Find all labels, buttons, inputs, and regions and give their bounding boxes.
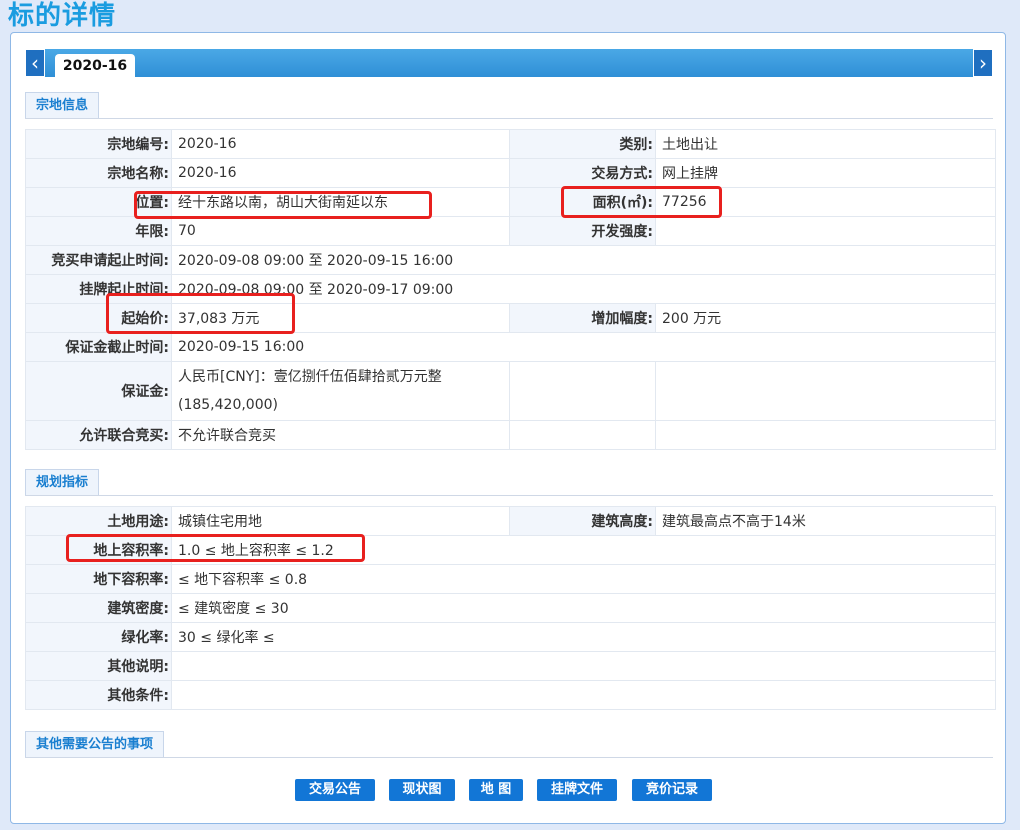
value-parcel-name: 2020-16 xyxy=(171,158,510,188)
value-area: 77256 xyxy=(655,187,996,217)
section-header-planning: 规划指标 xyxy=(25,469,993,496)
deposit-amount-text: 人民币[CNY]：壹亿捌仟伍佰肆拾贰万元整 xyxy=(178,369,442,385)
detail-panel: ‹ 2020-16 › 宗地信息 宗地编号: 2020-16 类别: 土地出让 … xyxy=(10,32,1006,824)
map-button[interactable]: 地 图 xyxy=(469,779,523,801)
table-row: 年限: 70 开发强度: xyxy=(25,216,996,246)
value-trade-method: 网上挂牌 xyxy=(655,158,996,188)
empty-cell xyxy=(509,361,656,421)
tab-bar: ‹ 2020-16 › xyxy=(25,49,993,77)
page-title: 标的详情 xyxy=(8,1,117,31)
action-buttons: 交易公告 现状图 地 图 挂牌文件 竞价记录 xyxy=(11,779,1007,801)
table-row: 允许联合竞买: 不允许联合竞买 xyxy=(25,420,996,450)
label-location: 位置: xyxy=(25,187,172,217)
table-row: 挂牌起止时间: 2020-09-08 09:00 至 2020-09-17 09… xyxy=(25,274,996,304)
table-row: 建筑密度: ≤ 建筑密度 ≤ 30 xyxy=(25,593,996,623)
bid-records-button[interactable]: 竞价记录 xyxy=(632,779,712,801)
value-start-price: 37,083 万元 xyxy=(171,303,510,333)
label-category: 类别: xyxy=(509,129,656,159)
value-green-rate: 30 ≤ 绿化率 ≤ xyxy=(171,622,996,652)
value-building-height: 建筑最高点不高于14米 xyxy=(655,506,996,536)
label-dev-intensity: 开发强度: xyxy=(509,216,656,246)
table-row: 土地用途: 城镇住宅用地 建筑高度: 建筑最高点不高于14米 xyxy=(25,506,996,536)
value-other-conditions xyxy=(171,680,996,710)
value-building-density: ≤ 建筑密度 ≤ 30 xyxy=(171,593,996,623)
value-category: 土地出让 xyxy=(655,129,996,159)
value-land-use: 城镇住宅用地 xyxy=(171,506,510,536)
planning-table: 土地用途: 城镇住宅用地 建筑高度: 建筑最高点不高于14米 地上容积率: 1.… xyxy=(25,506,996,710)
value-increment: 200 万元 xyxy=(655,303,996,333)
label-area: 面积(㎡): xyxy=(509,187,656,217)
label-far-below: 地下容积率: xyxy=(25,564,172,594)
label-deposit-deadline: 保证金截止时间: xyxy=(25,332,172,362)
section-label: 规划指标 xyxy=(25,469,100,495)
label-apply-period: 竞买申请起止时间: xyxy=(25,245,172,275)
section-header-parcel-info: 宗地信息 xyxy=(25,92,993,119)
value-apply-period: 2020-09-08 09:00 至 2020-09-15 16:00 xyxy=(171,245,996,275)
value-dev-intensity xyxy=(655,216,996,246)
table-row: 保证金截止时间: 2020-09-15 16:00 xyxy=(25,332,996,362)
label-green-rate: 绿化率: xyxy=(25,622,172,652)
table-row: 起始价: 37,083 万元 增加幅度: 200 万元 xyxy=(25,303,996,333)
table-row: 竞买申请起止时间: 2020-09-08 09:00 至 2020-09-15 … xyxy=(25,245,996,275)
value-far-below: ≤ 地下容积率 ≤ 0.8 xyxy=(171,564,996,594)
label-far-above: 地上容积率: xyxy=(25,535,172,565)
value-term: 70 xyxy=(171,216,510,246)
label-listing-period: 挂牌起止时间: xyxy=(25,274,172,304)
listing-documents-button[interactable]: 挂牌文件 xyxy=(537,779,617,801)
deposit-amount-number: (185,420,000) xyxy=(178,397,278,413)
value-location: 经十东路以南，胡山大街南延以东 xyxy=(171,187,510,217)
tab-2020-16[interactable]: 2020-16 xyxy=(55,54,135,77)
chevron-right-icon[interactable]: › xyxy=(973,49,993,77)
value-parcel-no: 2020-16 xyxy=(171,129,510,159)
chevron-left-icon[interactable]: ‹ xyxy=(25,49,45,77)
section-header-other-notices: 其他需要公告的事项 xyxy=(25,731,993,758)
label-building-density: 建筑密度: xyxy=(25,593,172,623)
value-far-above: 1.0 ≤ 地上容积率 ≤ 1.2 xyxy=(171,535,996,565)
label-trade-method: 交易方式: xyxy=(509,158,656,188)
label-increment: 增加幅度: xyxy=(509,303,656,333)
label-land-use: 土地用途: xyxy=(25,506,172,536)
table-row: 地下容积率: ≤ 地下容积率 ≤ 0.8 xyxy=(25,564,996,594)
label-deposit: 保证金: xyxy=(25,361,172,421)
parcel-info-table: 宗地编号: 2020-16 类别: 土地出让 宗地名称: 2020-16 交易方… xyxy=(25,129,996,450)
value-joint-bid: 不允许联合竞买 xyxy=(171,420,510,450)
label-term: 年限: xyxy=(25,216,172,246)
label-parcel-name: 宗地名称: xyxy=(25,158,172,188)
label-start-price: 起始价: xyxy=(25,303,172,333)
section-label: 其他需要公告的事项 xyxy=(25,731,165,757)
table-row: 保证金: 人民币[CNY]：壹亿捌仟伍佰肆拾贰万元整 (185,420,000) xyxy=(25,361,996,421)
table-row: 宗地名称: 2020-16 交易方式: 网上挂牌 xyxy=(25,158,996,188)
trade-announcement-button[interactable]: 交易公告 xyxy=(295,779,375,801)
value-deposit: 人民币[CNY]：壹亿捌仟伍佰肆拾贰万元整 (185,420,000) xyxy=(171,361,510,421)
label-other-notes: 其他说明: xyxy=(25,651,172,681)
table-row: 地上容积率: 1.0 ≤ 地上容积率 ≤ 1.2 xyxy=(25,535,996,565)
empty-cell xyxy=(655,420,996,450)
table-row: 其他说明: xyxy=(25,651,996,681)
label-joint-bid: 允许联合竞买: xyxy=(25,420,172,450)
table-row: 绿化率: 30 ≤ 绿化率 ≤ xyxy=(25,622,996,652)
value-listing-period: 2020-09-08 09:00 至 2020-09-17 09:00 xyxy=(171,274,996,304)
empty-cell xyxy=(509,420,656,450)
site-photo-button[interactable]: 现状图 xyxy=(389,779,455,801)
label-parcel-no: 宗地编号: xyxy=(25,129,172,159)
section-label: 宗地信息 xyxy=(25,92,100,118)
table-row: 宗地编号: 2020-16 类别: 土地出让 xyxy=(25,129,996,159)
table-row: 其他条件: xyxy=(25,680,996,710)
label-building-height: 建筑高度: xyxy=(509,506,656,536)
empty-cell xyxy=(655,361,996,421)
value-deposit-deadline: 2020-09-15 16:00 xyxy=(171,332,996,362)
table-row: 位置: 经十东路以南，胡山大街南延以东 面积(㎡): 77256 xyxy=(25,187,996,217)
label-other-conditions: 其他条件: xyxy=(25,680,172,710)
value-other-notes xyxy=(171,651,996,681)
